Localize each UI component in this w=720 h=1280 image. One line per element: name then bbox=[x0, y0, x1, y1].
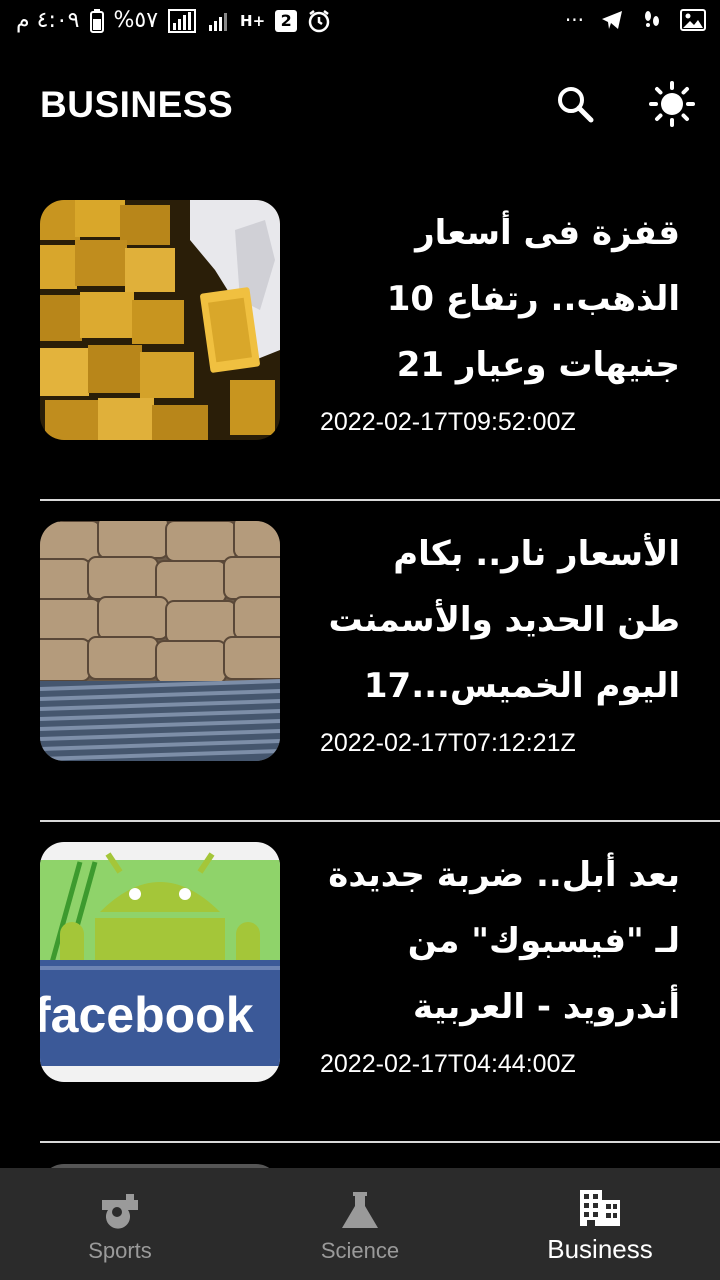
flask-icon bbox=[342, 1192, 378, 1228]
brightness-icon bbox=[649, 81, 695, 127]
app-bar: BUSINESS bbox=[0, 62, 720, 146]
more-dots: ··· bbox=[564, 8, 584, 32]
sim-badge: 2 bbox=[275, 9, 298, 32]
status-right: ··· bbox=[565, 8, 706, 32]
gold-bars-image bbox=[40, 200, 280, 440]
divider bbox=[40, 1141, 720, 1143]
news-list: قفزة فى أسعار الذهب.. رتفاع 10 جنيهات وع… bbox=[0, 180, 720, 1143]
theme-toggle-button[interactable] bbox=[648, 80, 696, 128]
news-item[interactable]: الأسعار نار.. بكام طن الحديد والأسمنت ال… bbox=[0, 501, 720, 822]
tab-science-label: Science bbox=[320, 1238, 400, 1263]
news-item[interactable]: facebook بعد أبل.. ضربة جديدة لـ "فيسبوك… bbox=[0, 822, 720, 1143]
network-type: H+ bbox=[240, 11, 266, 30]
footsteps-icon bbox=[645, 11, 659, 27]
status-bar: ٤:٠٩ م %٥٧ H+ 2 ··· bbox=[0, 0, 720, 50]
alarm-icon bbox=[308, 9, 330, 32]
signal-icon-2 bbox=[209, 12, 228, 31]
status-time: ٤:٠٩ م bbox=[16, 8, 80, 33]
battery-icon bbox=[89, 8, 104, 33]
status-battery: %٥٧ bbox=[113, 8, 159, 33]
article-date: 2022-02-17T09:52:00Z bbox=[320, 408, 576, 436]
page-title: BUSINESS bbox=[40, 84, 234, 125]
article-date: 2022-02-17T04:44:00Z bbox=[320, 1050, 576, 1078]
android-facebook-image: facebook bbox=[40, 842, 280, 1082]
news-item[interactable]: قفزة فى أسعار الذهب.. رتفاع 10 جنيهات وع… bbox=[0, 180, 720, 501]
tab-sports[interactable]: Sports bbox=[0, 1168, 240, 1280]
article-title: بعد أبل.. ضربة جديدة لـ "فيسبوك" من أندر… bbox=[328, 855, 680, 1027]
tab-science[interactable]: Science bbox=[240, 1168, 480, 1280]
bottom-navigation: Sports Science Business bbox=[0, 1168, 720, 1280]
search-button[interactable] bbox=[551, 80, 599, 128]
status-left: ٤:٠٩ م %٥٧ H+ 2 bbox=[16, 8, 331, 33]
building-icon bbox=[580, 1190, 620, 1226]
article-title: قفزة فى أسعار الذهب.. رتفاع 10 جنيهات وع… bbox=[386, 213, 680, 385]
tab-business[interactable]: Business bbox=[480, 1168, 720, 1280]
article-date: 2022-02-17T07:12:21Z bbox=[320, 729, 576, 757]
search-icon bbox=[558, 87, 594, 123]
image-icon bbox=[680, 9, 706, 31]
whistle-icon bbox=[102, 1194, 138, 1229]
tab-sports-label: Sports bbox=[88, 1238, 152, 1263]
signal-icon bbox=[168, 8, 197, 33]
facebook-logo-text: facebook bbox=[40, 987, 254, 1043]
telegram-icon bbox=[602, 11, 622, 29]
cement-steel-image bbox=[40, 521, 280, 761]
article-title: الأسعار نار.. بكام طن الحديد والأسمنت ال… bbox=[328, 534, 680, 706]
tab-business-label: Business bbox=[547, 1234, 653, 1264]
